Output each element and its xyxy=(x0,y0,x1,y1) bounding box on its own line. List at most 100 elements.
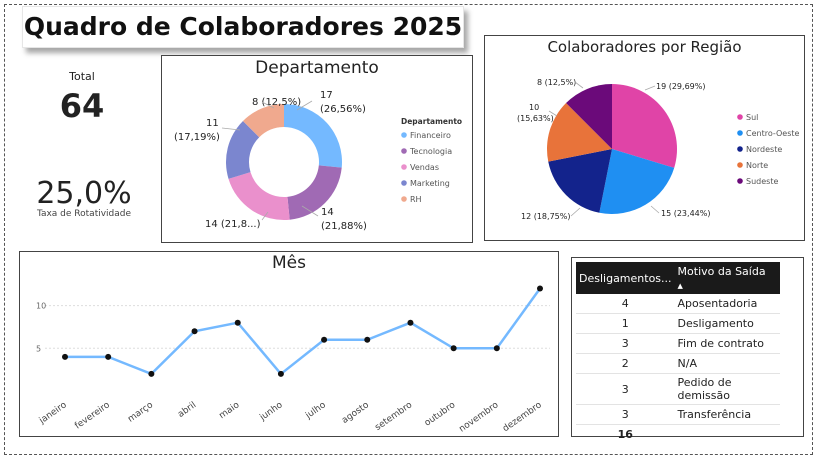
reasons-table[interactable]: Desligamentos... Motivo da Saída ▲ 4 Apose… xyxy=(576,262,780,444)
turnover-kpi-card[interactable]: 25,0% Taxa de Rotatividade xyxy=(24,176,144,219)
row-reason: N/A xyxy=(674,353,780,374)
x-tick-junho: junho xyxy=(257,400,285,423)
month-point-marco[interactable] xyxy=(148,370,155,377)
dept-legend-financeiro[interactable]: Financeiro xyxy=(410,131,451,140)
dept-label-vendas-pct: 14 (21,8...) xyxy=(205,219,261,230)
dept-label-tecnologia-count: 14 xyxy=(321,207,334,218)
x-tick-outubro: outubro xyxy=(423,400,458,429)
dept-legend-marker xyxy=(401,132,407,138)
row-count: 3 xyxy=(576,373,675,405)
x-tick-julho: julho xyxy=(303,400,328,422)
month-point-junho[interactable] xyxy=(277,370,284,377)
region-legend-centro-oeste[interactable]: Centro-Oeste xyxy=(746,129,800,138)
month-point-setembro[interactable] xyxy=(407,319,414,326)
month-point-outubro[interactable] xyxy=(450,345,457,352)
sort-ascending-icon[interactable]: ▲ xyxy=(678,282,683,290)
region-legend-sul[interactable]: Sul xyxy=(746,113,758,122)
table-header-row: Desligamentos... Motivo da Saída ▲ xyxy=(576,262,780,294)
x-tick-maio: maio xyxy=(217,400,241,421)
region-label-nordeste: 12 (18,75%) xyxy=(521,212,570,221)
department-chart-card[interactable]: Departamento 8 (12,5%) 17 (26,56%) 11 (1… xyxy=(161,55,473,243)
dept-legend-tecnologia[interactable]: Tecnologia xyxy=(409,147,452,156)
region-label-norte-pct: (15,63%) xyxy=(517,114,554,123)
dept-legend-rh[interactable]: RH xyxy=(410,195,422,204)
row-count: 4 xyxy=(576,294,675,314)
month-point-julho[interactable] xyxy=(321,336,328,343)
table-row[interactable]: 4 Aposentadoria xyxy=(576,294,780,314)
month-point-agosto[interactable] xyxy=(364,336,371,343)
month-line-chart[interactable]: 5 10 janeiro fevereiro março abril maio junho ju… xyxy=(20,252,558,436)
region-legend-nordeste[interactable]: Nordeste xyxy=(746,145,782,154)
x-tick-novembro: novembro xyxy=(457,400,500,435)
region-pie-chart[interactable]: 19 (29,69%) 15 (23,44%) 12 (18,75%) 10 (… xyxy=(485,36,804,240)
dept-legend-vendas[interactable]: Vendas xyxy=(410,163,439,172)
x-tick-setembro: setembro xyxy=(373,400,414,433)
dept-label-marketing-pct: (17,19%) xyxy=(174,132,220,143)
total-count: 16 xyxy=(576,424,675,444)
row-reason: Fim de contrato xyxy=(674,333,780,354)
region-legend-sudeste[interactable]: Sudeste xyxy=(746,177,778,186)
row-reason: Aposentadoria xyxy=(674,294,780,314)
table-row[interactable]: 3 Pedido de demissão xyxy=(576,373,780,405)
total-label: Total xyxy=(69,70,95,83)
row-reason: Transferência xyxy=(674,404,780,425)
y-tick-label: 10 xyxy=(36,302,46,311)
region-legend-marker xyxy=(737,114,743,120)
header-dismissals[interactable]: Desligamentos... xyxy=(576,262,675,294)
month-point-abril[interactable] xyxy=(191,328,198,335)
region-legend-marker xyxy=(737,178,743,184)
turnover-value: 25,0% xyxy=(36,176,132,211)
x-tick-marco: março xyxy=(126,400,155,425)
table-row[interactable]: 1 Desligamento xyxy=(576,313,780,334)
total-blank xyxy=(674,424,780,444)
region-legend-marker xyxy=(737,146,743,152)
dept-label-marketing-count: 11 xyxy=(206,118,219,129)
x-tick-fevereiro: fevereiro xyxy=(73,400,112,431)
row-reason: Pedido de demissão xyxy=(674,373,780,405)
dept-slice-vendas[interactable] xyxy=(228,172,290,221)
leader-line xyxy=(570,207,581,217)
row-count: 3 xyxy=(576,404,675,425)
dept-legend-marketing[interactable]: Marketing xyxy=(410,179,450,188)
region-legend-norte[interactable]: Norte xyxy=(746,161,768,170)
row-reason: Desligamento xyxy=(674,313,780,334)
dept-legend-marker xyxy=(401,148,407,154)
dept-label-vendas-count: 8 (12,5%) xyxy=(252,97,301,108)
month-point-novembro[interactable] xyxy=(493,345,500,352)
department-donut-chart[interactable]: 8 (12,5%) 17 (26,56%) 11 (17,19%) 14 (21… xyxy=(162,56,472,242)
dashboard-title: Quadro de Colaboradores 2025 xyxy=(23,12,463,41)
dept-label-financeiro-pct: (26,56%) xyxy=(320,104,366,115)
month-point-dezembro[interactable] xyxy=(537,285,543,292)
table-row[interactable]: 2 N/A xyxy=(576,353,780,374)
region-label-centro-oeste: 15 (23,44%) xyxy=(661,209,710,218)
table-row[interactable]: 3 Fim de contrato xyxy=(576,333,780,354)
dashboard-title-box: Quadro de Colaboradores 2025 xyxy=(22,6,464,48)
total-kpi-card[interactable]: Total 64 xyxy=(36,70,128,125)
region-chart-card[interactable]: Colaboradores por Região 19 (29,69%) 15 … xyxy=(484,35,805,241)
turnover-label: Taxa de Rotatividade xyxy=(36,209,132,219)
month-point-janeiro[interactable] xyxy=(62,353,68,360)
month-point-fevereiro[interactable] xyxy=(105,353,112,360)
leader-line xyxy=(644,85,656,91)
y-tick-label: 5 xyxy=(36,344,41,353)
row-count: 3 xyxy=(576,333,675,354)
header-reason[interactable]: Motivo da Saída ▲ xyxy=(674,262,780,294)
month-point-maio[interactable] xyxy=(234,319,241,326)
x-tick-agosto: agosto xyxy=(340,400,371,426)
x-tick-janeiro: janeiro xyxy=(37,400,69,427)
dept-label-financeiro-count: 17 xyxy=(320,90,333,101)
month-chart-card[interactable]: Mês 5 10 janeiro fevereiro março abril maio jun… xyxy=(19,251,559,437)
region-label-norte-count: 10 xyxy=(529,103,539,112)
region-legend-marker xyxy=(737,162,743,168)
dept-label-tecnologia-pct: (21,88%) xyxy=(321,221,367,232)
table-row[interactable]: 3 Transferência xyxy=(576,404,780,425)
leader-line xyxy=(650,205,660,214)
x-tick-dezembro: dezembro xyxy=(501,400,544,434)
header-reason-label: Motivo da Saída xyxy=(677,265,766,278)
table-total-row: 16 xyxy=(576,424,780,444)
month-series-line xyxy=(65,287,542,376)
region-label-sudeste: 8 (12,5%) xyxy=(537,78,576,87)
row-count: 2 xyxy=(576,353,675,374)
region-label-sul: 19 (29,69%) xyxy=(656,82,705,91)
dept-legend-marker xyxy=(401,180,407,186)
